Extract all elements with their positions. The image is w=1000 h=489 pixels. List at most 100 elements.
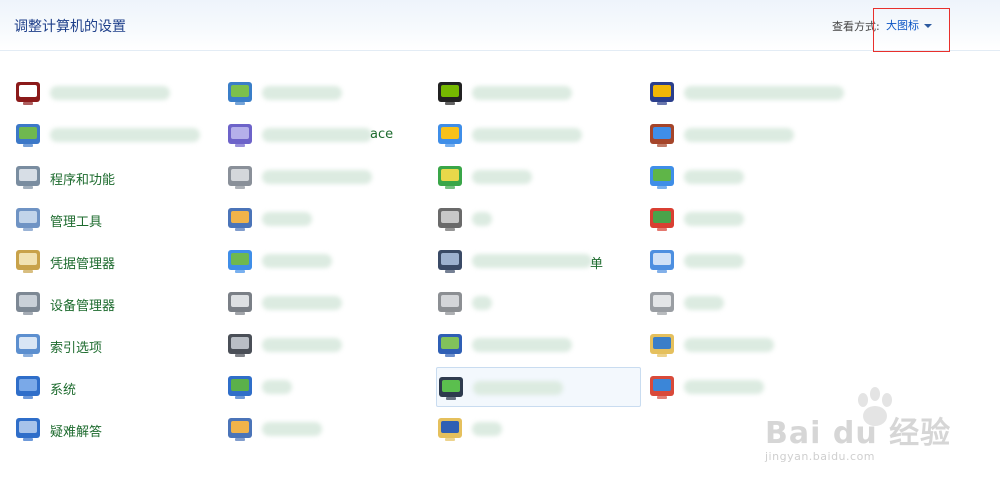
control-panel-item[interactable]: 系统	[14, 367, 219, 407]
control-panel-header: 调整计算机的设置 查看方式: 大图标	[0, 0, 1000, 52]
blurred-label	[262, 128, 372, 142]
blurred-label	[684, 338, 774, 352]
control-panel-item[interactable]	[436, 199, 641, 239]
control-panel-item-label: 疑难解答	[50, 425, 103, 440]
system-icon	[14, 373, 42, 401]
watermark-text: Bai du 经验	[765, 416, 952, 451]
blurred-label	[262, 170, 372, 184]
users-icon	[226, 205, 254, 233]
blurred-label	[684, 254, 744, 268]
blurred-label	[262, 254, 332, 268]
control-panel-item[interactable]: ace	[226, 115, 431, 155]
blurred-label	[684, 380, 764, 394]
blurred-label	[472, 296, 492, 310]
blurred-label	[262, 296, 342, 310]
control-panel-item[interactable]	[436, 283, 641, 323]
control-panel-item-label: 单	[590, 257, 604, 272]
control-panel-item-label: ace	[370, 127, 394, 142]
chevron-down-icon	[924, 24, 932, 28]
control-panel-item[interactable]	[648, 199, 853, 239]
control-panel-item[interactable]	[226, 157, 431, 197]
control-panel-item[interactable]	[436, 157, 641, 197]
printers-icon	[226, 289, 254, 317]
blurred-label	[472, 254, 592, 268]
control-panel-item[interactable]	[436, 367, 641, 407]
control-panel-item[interactable]: 程序和功能	[14, 157, 219, 197]
flash-player-icon	[14, 79, 42, 107]
control-panel-item-label: 系统	[50, 383, 77, 398]
control-panel-item[interactable]	[648, 325, 853, 365]
page-title: 调整计算机的设置	[14, 19, 126, 35]
control-panel-item[interactable]	[648, 73, 853, 113]
control-panel-item[interactable]	[436, 115, 641, 155]
recovery-icon	[436, 163, 464, 191]
keyboard-icon	[226, 331, 254, 359]
control-panel-item[interactable]	[14, 115, 219, 155]
display-icon	[648, 163, 676, 191]
view-by-dropdown[interactable]: 大图标	[886, 17, 932, 33]
control-panel-item[interactable]	[648, 367, 853, 407]
performance-icon	[437, 374, 465, 402]
realtek-audio-icon	[648, 79, 676, 107]
network-icon	[226, 79, 254, 107]
control-panel-item[interactable]: 单	[436, 241, 641, 281]
control-panel-item[interactable]: 管理工具	[14, 199, 219, 239]
blurred-label	[472, 86, 572, 100]
device-manager-icon	[14, 289, 42, 317]
troubleshooting-icon	[14, 415, 42, 443]
control-panel-item[interactable]: 疑难解答	[14, 409, 219, 449]
control-panel-item[interactable]: 凭据管理器	[14, 241, 219, 281]
blurred-label	[262, 212, 312, 226]
mouse-icon	[648, 289, 676, 317]
control-panel-item[interactable]	[226, 199, 431, 239]
mobility-center-icon	[436, 331, 464, 359]
control-panel-item[interactable]	[648, 157, 853, 197]
control-panel-item-label: 凭据管理器	[50, 257, 116, 272]
cardspace-icon	[226, 121, 254, 149]
control-panel-item[interactable]	[648, 115, 853, 155]
view-by-value: 大图标	[886, 19, 919, 32]
control-panel-item[interactable]	[648, 241, 853, 281]
date-time-icon	[648, 247, 676, 275]
control-panel-item[interactable]	[436, 73, 641, 113]
programs-features-icon	[14, 163, 42, 191]
blurred-label	[50, 128, 200, 142]
device-icon	[436, 205, 464, 233]
windows-defender-icon	[648, 205, 676, 233]
firewall-icon	[648, 121, 676, 149]
internet-options-icon	[226, 247, 254, 275]
control-panel-item[interactable]	[436, 409, 641, 449]
blurred-label	[472, 170, 532, 184]
control-panel-item[interactable]	[226, 325, 431, 365]
control-panel-item[interactable]	[226, 409, 431, 449]
control-panel-item[interactable]	[14, 73, 219, 113]
nvidia-icon	[436, 79, 464, 107]
blurred-label	[684, 86, 844, 100]
blurred-label	[684, 170, 744, 184]
blurred-label	[684, 212, 744, 226]
watermark-url: jingyan.baidu.com	[765, 450, 876, 463]
control-panel-item[interactable]	[226, 367, 431, 407]
view-by-label: 查看方式:	[832, 20, 880, 33]
control-panel-item[interactable]: 索引选项	[14, 325, 219, 365]
sound-icon	[436, 289, 464, 317]
credential-manager-icon	[14, 247, 42, 275]
sync-center-icon	[14, 121, 42, 149]
blurred-label	[684, 296, 724, 310]
control-panel-item[interactable]	[226, 241, 431, 281]
color-management-icon	[648, 373, 676, 401]
control-panel-item[interactable]: 设备管理器	[14, 283, 219, 323]
control-panel-item[interactable]	[226, 283, 431, 323]
fonts-icon	[436, 415, 464, 443]
control-panel-item[interactable]	[436, 325, 641, 365]
blurred-label	[472, 422, 502, 436]
admin-tools-icon	[14, 205, 42, 233]
phone-modem-icon	[226, 163, 254, 191]
blurred-label	[684, 128, 794, 142]
user-accounts-icon	[226, 415, 254, 443]
blurred-label	[473, 381, 563, 395]
blurred-label	[262, 380, 292, 394]
control-panel-item[interactable]	[648, 283, 853, 323]
control-panel-item[interactable]	[226, 73, 431, 113]
blurred-label	[262, 422, 322, 436]
